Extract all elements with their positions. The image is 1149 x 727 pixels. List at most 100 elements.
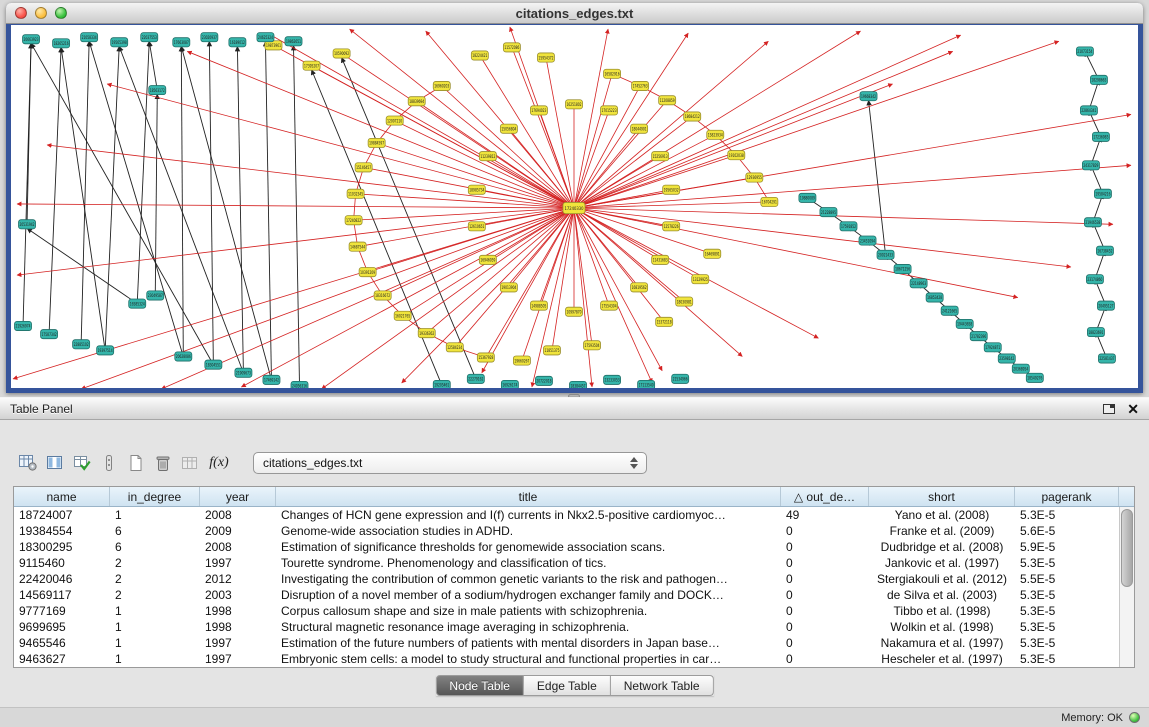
graph-node[interactable]: 20495127	[1097, 301, 1114, 310]
graph-node[interactable]: 10997870	[565, 307, 582, 316]
graph-node[interactable]: 17591852	[840, 222, 857, 231]
column-header-short[interactable]: short	[869, 487, 1015, 506]
graph-node[interactable]: 23233053	[604, 375, 621, 384]
graph-node[interactable]: 19013904	[500, 283, 517, 292]
graph-node[interactable]: 24121665	[941, 306, 958, 315]
graph-node[interactable]: 16704291	[761, 197, 778, 206]
graph-node[interactable]: 15146457	[355, 163, 372, 172]
graph-node[interactable]: 19336362	[418, 329, 435, 338]
graph-node[interactable]: 22885102	[73, 340, 90, 349]
graph-node[interactable]: 10391209	[359, 268, 376, 277]
graph-node[interactable]: 17593504	[584, 341, 601, 350]
graph-node[interactable]: 18671256	[894, 264, 911, 273]
scrollbar-thumb[interactable]	[1121, 509, 1133, 587]
graph-node[interactable]: 19102038	[728, 151, 745, 160]
table-row[interactable]: 1938455462009Genome-wide association stu…	[14, 523, 1119, 539]
graph-node[interactable]: 20021433	[877, 250, 894, 259]
graph-node[interactable]: 22581437	[1098, 354, 1115, 363]
table-settings-button[interactable]	[14, 451, 41, 476]
graph-node[interactable]: 16946059	[479, 255, 496, 264]
graph-node[interactable]: 23020937	[201, 33, 218, 42]
function-builder-button[interactable]: f(x)	[203, 451, 235, 476]
graph-node[interactable]: 16189012	[229, 38, 246, 47]
import-table-button[interactable]	[68, 451, 95, 476]
graph-node[interactable]: 19862651	[285, 37, 302, 46]
graph-node[interactable]: 17452763	[632, 81, 649, 90]
graph-node[interactable]: 12610651	[468, 222, 485, 231]
float-panel-icon[interactable]	[1103, 404, 1115, 414]
graph-node[interactable]: 14988505	[530, 301, 547, 310]
graph-node[interactable]: 18316672	[374, 291, 391, 300]
row-tools-button[interactable]	[95, 451, 122, 476]
table-row[interactable]: 1456911722003Disruption of a novel membe…	[14, 587, 1119, 603]
graph-node[interactable]: 19884597	[368, 138, 385, 147]
graph-node[interactable]: 18985734	[468, 185, 485, 194]
graph-node[interactable]: 12584234	[446, 343, 463, 352]
graph-node[interactable]: 16960203	[433, 81, 450, 90]
table-row[interactable]: 2242004622012Investigating the contribut…	[14, 571, 1119, 587]
graph-node[interactable]: 15823934	[707, 130, 724, 139]
column-header-name[interactable]: name	[14, 487, 110, 506]
graph-node[interactable]: 15954372	[537, 53, 554, 62]
graph-node[interactable]: 16251802	[565, 100, 582, 109]
graph-node[interactable]: 18044901	[631, 124, 648, 133]
graph-node[interactable]: 14687544	[349, 242, 366, 251]
graph-node[interactable]: 17554304	[601, 301, 618, 310]
graph-node[interactable]: 13129925	[692, 275, 709, 284]
graph-node[interactable]: 11239812	[479, 152, 496, 161]
graph-node[interactable]: 12007210	[386, 116, 403, 125]
graph-node[interactable]: 16021765	[394, 311, 411, 320]
graph-node[interactable]: 21058334	[81, 33, 98, 42]
column-header-pagerank[interactable]: pagerank	[1015, 487, 1119, 506]
graph-node[interactable]: 20628086	[175, 352, 192, 361]
graph-node[interactable]: 23174860	[1086, 275, 1103, 284]
vertical-scrollbar[interactable]	[1119, 507, 1134, 667]
minimize-window-button[interactable]	[35, 7, 47, 19]
graph-node[interactable]: 15372118	[656, 317, 673, 326]
graph-node[interactable]: 15256913	[652, 152, 669, 161]
graph-node[interactable]: 19565398	[111, 38, 128, 47]
graph-node[interactable]: 18030981	[676, 297, 693, 306]
graph-node[interactable]: 24317829	[1082, 161, 1099, 170]
graph-node[interactable]: 17694023	[530, 106, 547, 115]
graph-node[interactable]: 18549276	[1026, 373, 1043, 382]
show-columns-button[interactable]	[41, 451, 68, 476]
graph-node[interactable]: 23049587	[147, 291, 164, 300]
graph-node[interactable]: 17924871	[984, 343, 1001, 352]
map-table-button[interactable]	[176, 451, 203, 476]
table-row[interactable]: 1830029562008Estimation of significance …	[14, 539, 1119, 555]
graph-node[interactable]: 24625324	[257, 33, 274, 42]
graph-node[interactable]: 19565032	[663, 185, 680, 194]
network-graph[interactable]: 1625180217015223180449011525691319565032…	[11, 25, 1138, 388]
graph-node[interactable]: 20368954	[1012, 364, 1029, 373]
delete-table-button[interactable]	[149, 451, 176, 476]
graph-node[interactable]: 20722018	[535, 376, 552, 385]
graph-node[interactable]: 24056316	[291, 381, 308, 388]
graph-node[interactable]: 20663923	[23, 35, 40, 44]
graph-node[interactable]: 16819562	[631, 283, 648, 292]
graph-node[interactable]: 12936955	[746, 173, 763, 182]
graph-node[interactable]: 18224421	[471, 51, 488, 60]
graph-node[interactable]: 21228895	[820, 208, 837, 217]
graph-node[interactable]: 19205461	[433, 380, 450, 388]
table-row[interactable]: 946554611997Estimation of the future num…	[14, 635, 1119, 651]
graph-node[interactable]: 22864341	[1080, 106, 1097, 115]
graph-node[interactable]: 22037553	[141, 33, 158, 42]
column-header-year[interactable]: year	[200, 487, 276, 506]
column-header-in_degree[interactable]: in_degree	[110, 487, 200, 506]
graph-node[interactable]: 16738452	[1096, 246, 1113, 255]
table-row[interactable]: 911546021997Tourette syndrome. Phenomeno…	[14, 555, 1119, 571]
graph-node[interactable]: 22148963	[910, 279, 927, 288]
tab-edge-table[interactable]: Edge Table	[524, 675, 611, 696]
graph-node[interactable]: 12578226	[663, 222, 680, 231]
column-header-title[interactable]: title	[276, 487, 781, 506]
window-titlebar[interactable]: citations_edges.txt	[6, 3, 1143, 24]
graph-node[interactable]: 19397514	[97, 346, 114, 355]
graph-node[interactable]: 16585324	[129, 299, 146, 308]
graph-node[interactable]: 23451094	[859, 236, 876, 245]
graph-node[interactable]: 18684212	[684, 112, 701, 121]
graph-node[interactable]: 22279162	[467, 374, 484, 383]
graph-node[interactable]: 11851375	[543, 346, 560, 355]
graph-node[interactable]: 21926974	[15, 321, 32, 330]
graph-node[interactable]: 18384457	[569, 381, 586, 388]
